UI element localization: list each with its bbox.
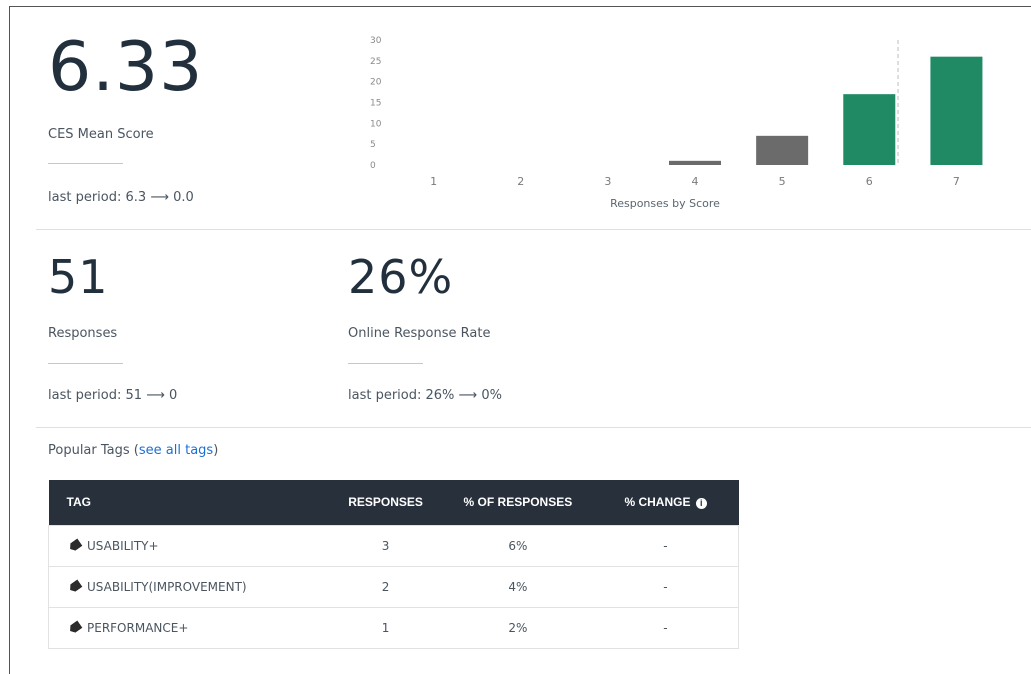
- bar-score-6: [843, 94, 896, 165]
- tag-cell: USABILITY+: [48, 524, 329, 567]
- ces-mean-value: 6.33: [48, 28, 204, 107]
- pct-change-cell: -: [592, 565, 739, 608]
- popular-tags-heading: Popular Tags (see all tags): [48, 443, 218, 458]
- responses-last-current: 0: [168, 388, 178, 403]
- section-divider: [36, 229, 1031, 230]
- responses-last-period: last period: 51 ⟶ 0: [48, 388, 177, 403]
- section-divider: [36, 427, 1031, 428]
- x-tick-label: 6: [866, 175, 873, 188]
- bar-score-7: [930, 56, 983, 165]
- y-tick-label: 0: [370, 161, 376, 171]
- pct-change-cell: -: [592, 524, 739, 567]
- popular-tags-title-end: ): [213, 443, 219, 458]
- tag-name[interactable]: PERFORMANCE+: [87, 621, 188, 635]
- tag-cell: USABILITY(IMPROVEMENT): [48, 565, 329, 608]
- tag-icon: [68, 620, 83, 634]
- pct-responses-cell: 2%: [443, 606, 593, 649]
- column-header-tag[interactable]: TAG: [48, 480, 329, 525]
- x-tick-label: 1: [430, 175, 437, 188]
- tag-name[interactable]: USABILITY(IMPROVEMENT): [87, 580, 247, 594]
- popular-tags-table: TAG RESPONSES % OF RESPONSES % CHANGE i …: [48, 480, 739, 649]
- responses-label: Responses: [48, 326, 118, 341]
- responses-cell: 1: [328, 606, 444, 649]
- arrow-right-icon: ⟶: [146, 388, 165, 403]
- arrow-right-icon: ⟶: [458, 388, 478, 403]
- ces-mean-label: CES Mean Score: [48, 127, 154, 142]
- response-rate-last-period-text: last period: 26%: [348, 388, 455, 403]
- y-tick-label: 20: [370, 78, 382, 88]
- x-tick-label: 5: [779, 175, 786, 188]
- response-rate-last-current: 0%: [481, 388, 502, 403]
- column-header-pct-of-responses[interactable]: % OF RESPONSES: [443, 480, 593, 525]
- bar-score-5: [756, 135, 809, 165]
- response-rate-label: Online Response Rate: [348, 326, 491, 341]
- y-tick-label: 30: [370, 36, 382, 46]
- column-header-responses[interactable]: RESPONSES: [328, 480, 444, 525]
- ces-last-period: last period: 6.3 ⟶ 0.0: [48, 190, 194, 205]
- tag-cell: PERFORMANCE+: [48, 606, 329, 649]
- bar-score-4: [669, 160, 721, 165]
- tag-icon: [68, 579, 83, 593]
- responses-last-period-text: last period: 51: [48, 388, 143, 403]
- responses-cell: 2: [328, 565, 444, 608]
- responses-cell: 3: [328, 524, 444, 567]
- responses-value: 51: [48, 250, 109, 304]
- y-tick-label: 25: [370, 57, 381, 67]
- x-tick-label: 4: [692, 175, 699, 188]
- ces-divider: [48, 163, 123, 164]
- response-rate-divider: [348, 363, 423, 364]
- see-all-tags-link[interactable]: see all tags: [139, 443, 213, 458]
- x-axis-label: Responses by Score: [610, 197, 720, 210]
- response-rate-last-period: last period: 26% ⟶ 0%: [348, 388, 502, 403]
- tag-name[interactable]: USABILITY+: [87, 539, 159, 553]
- y-tick-label: 5: [370, 140, 376, 150]
- table-row: USABILITY(IMPROVEMENT) 2 4% -: [48, 565, 739, 608]
- pct-responses-cell: 6%: [443, 524, 593, 567]
- info-icon[interactable]: i: [695, 498, 707, 510]
- arrow-right-icon: ⟶: [150, 190, 169, 205]
- ces-last-period-text: last period: 6.3: [48, 190, 147, 205]
- column-header-pct-change-label: % CHANGE: [624, 495, 691, 510]
- x-tick-label: 3: [604, 175, 611, 188]
- tag-icon: [68, 538, 83, 552]
- responses-by-score-chart: 0 5 10 15 20 25 30 1 2 3 4 5 6 7 Responses by Score: [370, 36, 983, 210]
- x-tick-label: 2: [517, 175, 524, 188]
- response-rate-value: 26%: [348, 250, 454, 304]
- column-header-pct-change[interactable]: % CHANGE i: [592, 480, 739, 525]
- x-tick-label: 7: [953, 175, 960, 188]
- pct-change-cell: -: [592, 606, 739, 649]
- y-tick-label: 10: [370, 119, 382, 129]
- table-header-row: TAG RESPONSES % OF RESPONSES % CHANGE i: [48, 480, 739, 525]
- table-row: USABILITY+ 3 6% -: [48, 524, 739, 567]
- table-row: PERFORMANCE+ 1 2% -: [48, 606, 739, 649]
- y-tick-label: 15: [370, 99, 381, 109]
- pct-responses-cell: 4%: [443, 565, 593, 608]
- responses-divider: [48, 363, 123, 364]
- ces-last-current: 0.0: [173, 190, 194, 205]
- popular-tags-title: Popular Tags (: [48, 443, 139, 458]
